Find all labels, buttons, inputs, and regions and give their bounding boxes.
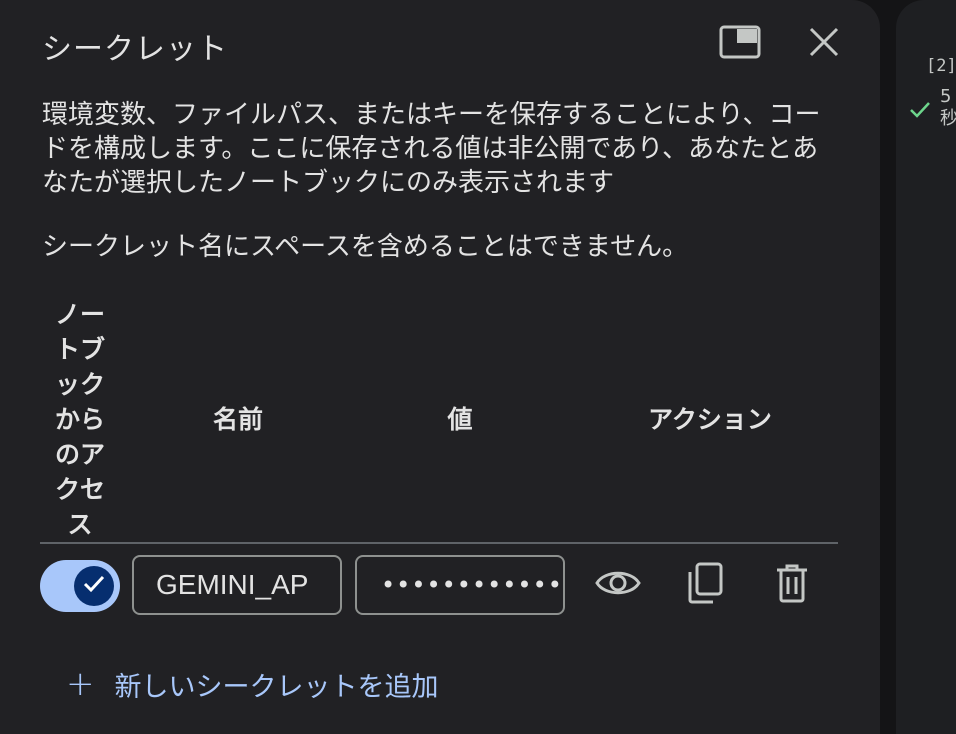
secret-value-field[interactable]: •••••••••••••• [355,555,565,615]
notebook-access-toggle[interactable] [40,560,120,612]
panel-description: 環境変数、ファイルパス、またはキーを保存することにより、コードを構成します。ここ… [42,100,821,198]
copy-icon [687,562,723,608]
add-secret-button[interactable]: + 新しいシークレットを追加 [66,662,439,706]
open-in-tab-button[interactable] [718,24,762,64]
column-header-name: 名前 [212,405,263,434]
column-header-value: 値 [447,405,473,434]
column-header-access: ノートブックからのアクセス [54,300,105,539]
add-secret-label: 新しいシークレットを追加 [114,671,439,703]
secret-name-field[interactable]: GEMINI_AP [132,555,342,615]
column-header-actions: アクション [648,405,772,434]
check-icon [908,100,932,124]
open-in-tab-icon [719,25,761,63]
secrets-panel: シークレット 環境変数、ファイルパス、またはキーを保存することにより、コードを構… [0,0,880,734]
panel-title: シークレット [42,32,228,67]
check-icon [82,574,106,598]
execution-time: 5 秒 [940,86,956,129]
delete-icon [775,563,809,607]
toggle-visibility-button[interactable] [593,560,643,610]
close-button[interactable] [802,24,846,64]
delete-secret-button[interactable] [767,560,817,610]
name-constraint-note: シークレット名にスペースを含めることはできません。 [42,232,689,262]
table-divider [40,542,838,544]
copy-value-button[interactable] [680,560,730,610]
cell-execution-index: [2] [926,56,956,76]
visibility-icon [595,568,641,602]
plus-icon: + [66,664,95,704]
toggle-knob [74,566,114,606]
close-icon [808,26,840,62]
